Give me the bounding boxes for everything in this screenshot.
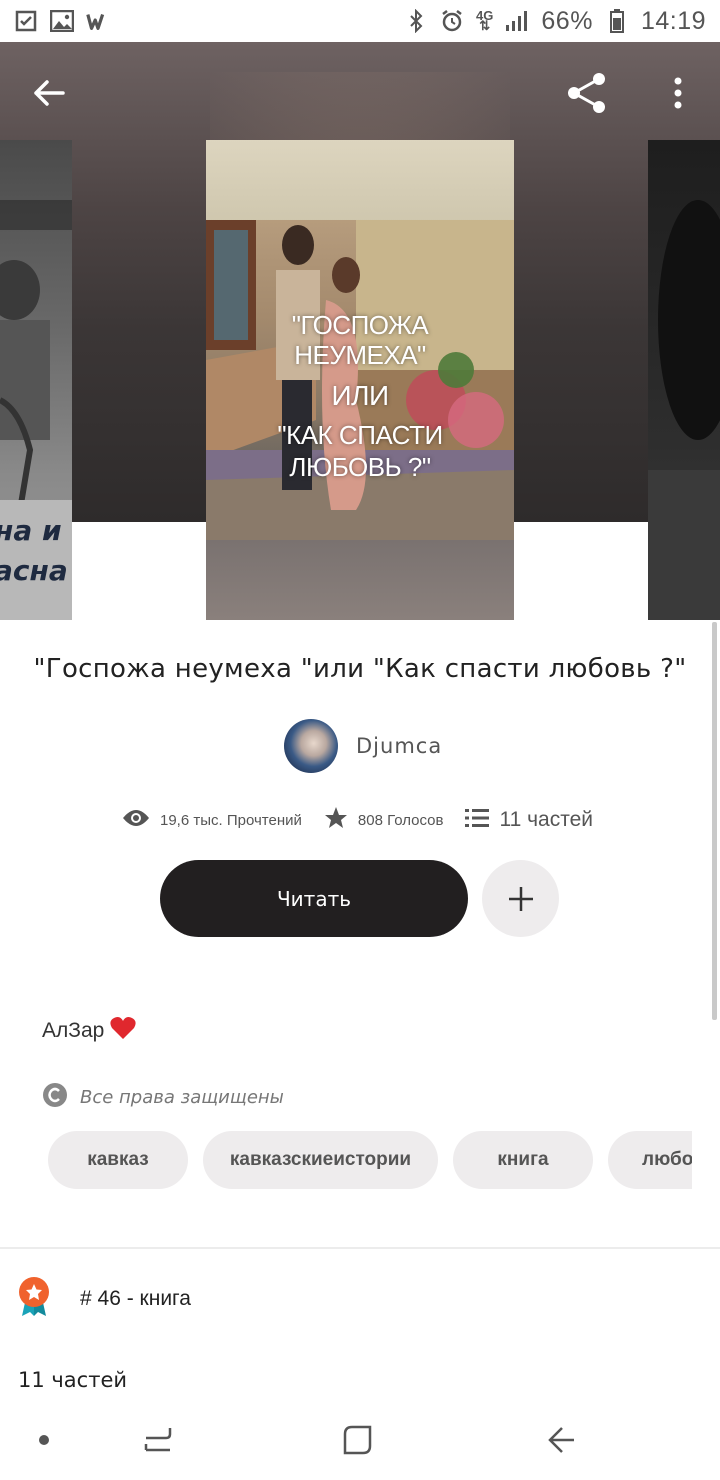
battery-percent: 66% [541,6,593,35]
heart-icon [110,1016,136,1046]
tags-list: кавказ кавказскиеистории книга любовь [48,1131,692,1191]
stats-row: 19,6 тыс. Прочтений 808 Голосов 11 часте… [122,800,615,840]
dot-icon [39,1435,49,1445]
tag-chip[interactable]: кавказскиеистории [203,1131,438,1189]
back-button[interactable] [24,68,74,118]
tag-chip[interactable]: книга [453,1131,593,1189]
list-icon [465,808,490,832]
votes-stat: 808 Голосов [324,806,444,834]
votes-count: 808 Голосов [357,811,444,829]
plus-icon [508,886,533,911]
reads-count: 19,6 тыс. Прочтений [160,811,302,829]
author-row[interactable]: Djumca [284,718,442,774]
system-back-button[interactable] [538,1418,582,1462]
tag-chip[interactable]: любовь [608,1131,692,1189]
recent-apps-button[interactable] [136,1418,180,1462]
copyright-icon [42,1082,68,1112]
checklist-icon [14,9,38,33]
cover-photo: "ГОСПОЖА НЕУМЕХА" ИЛИ "КАК СПАСТИ ЛЮБОВЬ… [206,220,514,540]
previous-cover-text-1: на и [0,514,62,547]
description: АлЗар [42,1016,136,1046]
back-arrow-icon [34,80,65,106]
back-icon [548,1427,574,1453]
divider [0,1247,720,1249]
share-icon [568,73,605,113]
author-avatar[interactable] [284,719,338,773]
wattpad-icon [86,9,110,33]
clock: 14:19 [640,6,706,35]
parts-stat[interactable]: 11 частей [465,808,593,832]
bluetooth-icon [404,9,428,33]
cover-text-3: ИЛИ [331,380,389,411]
book-cover[interactable]: "ГОСПОЖА НЕУМЕХА" ИЛИ "КАК СПАСТИ ЛЮБОВЬ… [206,140,514,620]
home-button[interactable] [336,1418,380,1462]
alarm-icon [440,9,464,33]
tag-chip[interactable]: кавказ [48,1131,188,1189]
previous-cover[interactable]: на и асна [0,140,72,620]
scrollbar[interactable] [712,622,717,1020]
copyright-text: Все права защищены [80,1086,284,1108]
more-options-button[interactable] [656,68,700,118]
home-icon [343,1425,372,1455]
parts-count[interactable]: 11 частей [499,808,593,832]
book-title: "Госпожа неумеха "или "Как спасти любовь… [33,654,687,684]
cover-text-1: "ГОСПОЖА [291,310,429,340]
previous-cover-text-2: асна [0,554,68,587]
eye-icon [122,808,150,832]
ranking-badge-icon [16,1276,52,1322]
copyright-row: Все права защищены [42,1082,284,1112]
read-button[interactable]: Читать [160,860,468,937]
reads-stat: 19,6 тыс. Прочтений [122,808,302,832]
author-name[interactable]: Djumca [356,734,442,758]
parts-heading: 11 частей [18,1368,128,1392]
star-icon [324,806,348,834]
more-vertical-icon [674,77,682,109]
nav-dot-button[interactable] [32,1428,56,1452]
cover-carousel: на и асна "ГОСПОЖА НЕУМЕХА" ИЛИ "КАК СПА… [0,42,720,622]
cover-text-4: "КАК СПАСТИ [277,420,443,450]
cover-text-2: НЕУМЕХА" [294,340,426,370]
cover-text-5: ЛЮБОВЬ ?" [289,452,431,482]
network-type: 4G ⇅ [476,8,494,33]
add-to-library-button[interactable] [482,860,559,937]
recent-apps-icon [144,1428,172,1452]
next-cover[interactable] [648,140,720,620]
ranking-text[interactable]: # 46 - книга [80,1287,191,1311]
image-icon [50,9,74,33]
system-nav-bar [0,1400,720,1480]
share-button[interactable] [560,66,614,120]
signal-icon [505,9,529,33]
status-bar: 4G ⇅ 66% 14:19 [0,0,720,42]
description-text: АлЗар [42,1019,105,1042]
battery-icon [605,9,629,33]
ranking-row[interactable]: # 46 - книга [16,1276,191,1322]
